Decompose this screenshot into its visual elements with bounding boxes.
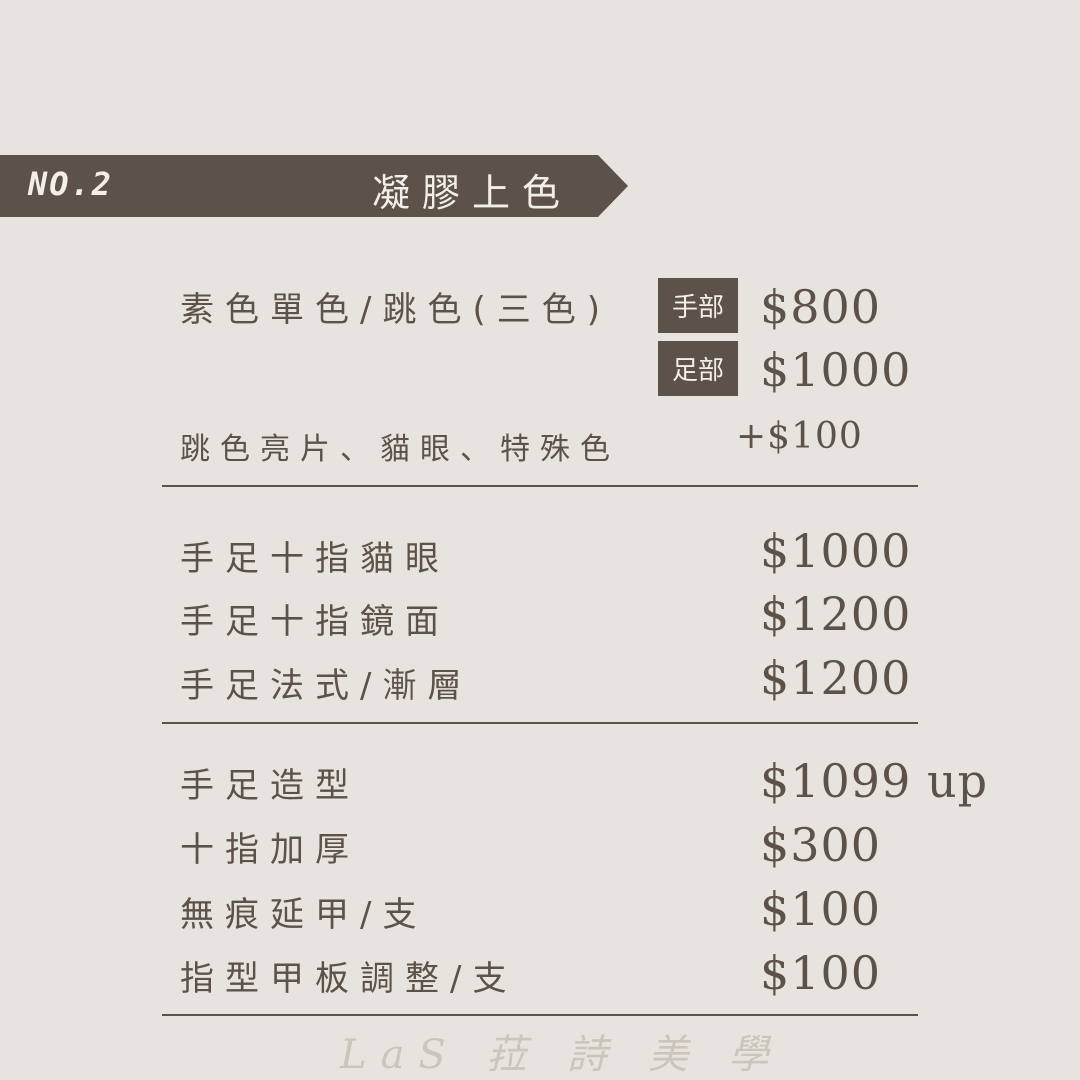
section-title: 凝膠上色 xyxy=(372,171,573,215)
price-foot: $1000 xyxy=(760,343,912,397)
price-hand: $800 xyxy=(760,280,882,334)
service-price: $100 xyxy=(760,882,882,936)
service-price: $1200 xyxy=(760,587,912,641)
service-label-addon: 跳色亮片、貓眼、特殊色 xyxy=(180,432,620,467)
price-addon: +$100 xyxy=(736,416,863,457)
section-number: NO.2 xyxy=(28,165,114,203)
service-price: $1200 xyxy=(760,651,912,705)
service-label: 指型甲板調整/支 xyxy=(180,959,518,999)
service-label: 十指加厚 xyxy=(180,830,360,870)
divider xyxy=(162,722,918,724)
service-label: 無痕延甲/支 xyxy=(180,895,428,935)
brand-watermark: LaS 菈 詩 美 學 xyxy=(340,1032,783,1078)
tag-foot: 足部 xyxy=(658,341,738,396)
divider xyxy=(162,1014,918,1016)
service-price: $300 xyxy=(760,818,882,872)
service-label-solid-color: 素色單色/跳色(三色) xyxy=(180,290,611,330)
service-label: 手足造型 xyxy=(180,766,360,806)
service-price: $1099 up xyxy=(760,754,989,808)
service-label: 手足法式/漸層 xyxy=(180,666,473,706)
service-price: $1000 xyxy=(760,524,912,578)
tag-hand: 手部 xyxy=(658,278,738,333)
service-label: 手足十指鏡面 xyxy=(180,602,450,642)
service-price: $100 xyxy=(760,946,882,1000)
service-label: 手足十指貓眼 xyxy=(180,539,450,579)
section-banner: NO.2 凝膠上色 xyxy=(0,155,628,217)
divider xyxy=(162,485,918,487)
